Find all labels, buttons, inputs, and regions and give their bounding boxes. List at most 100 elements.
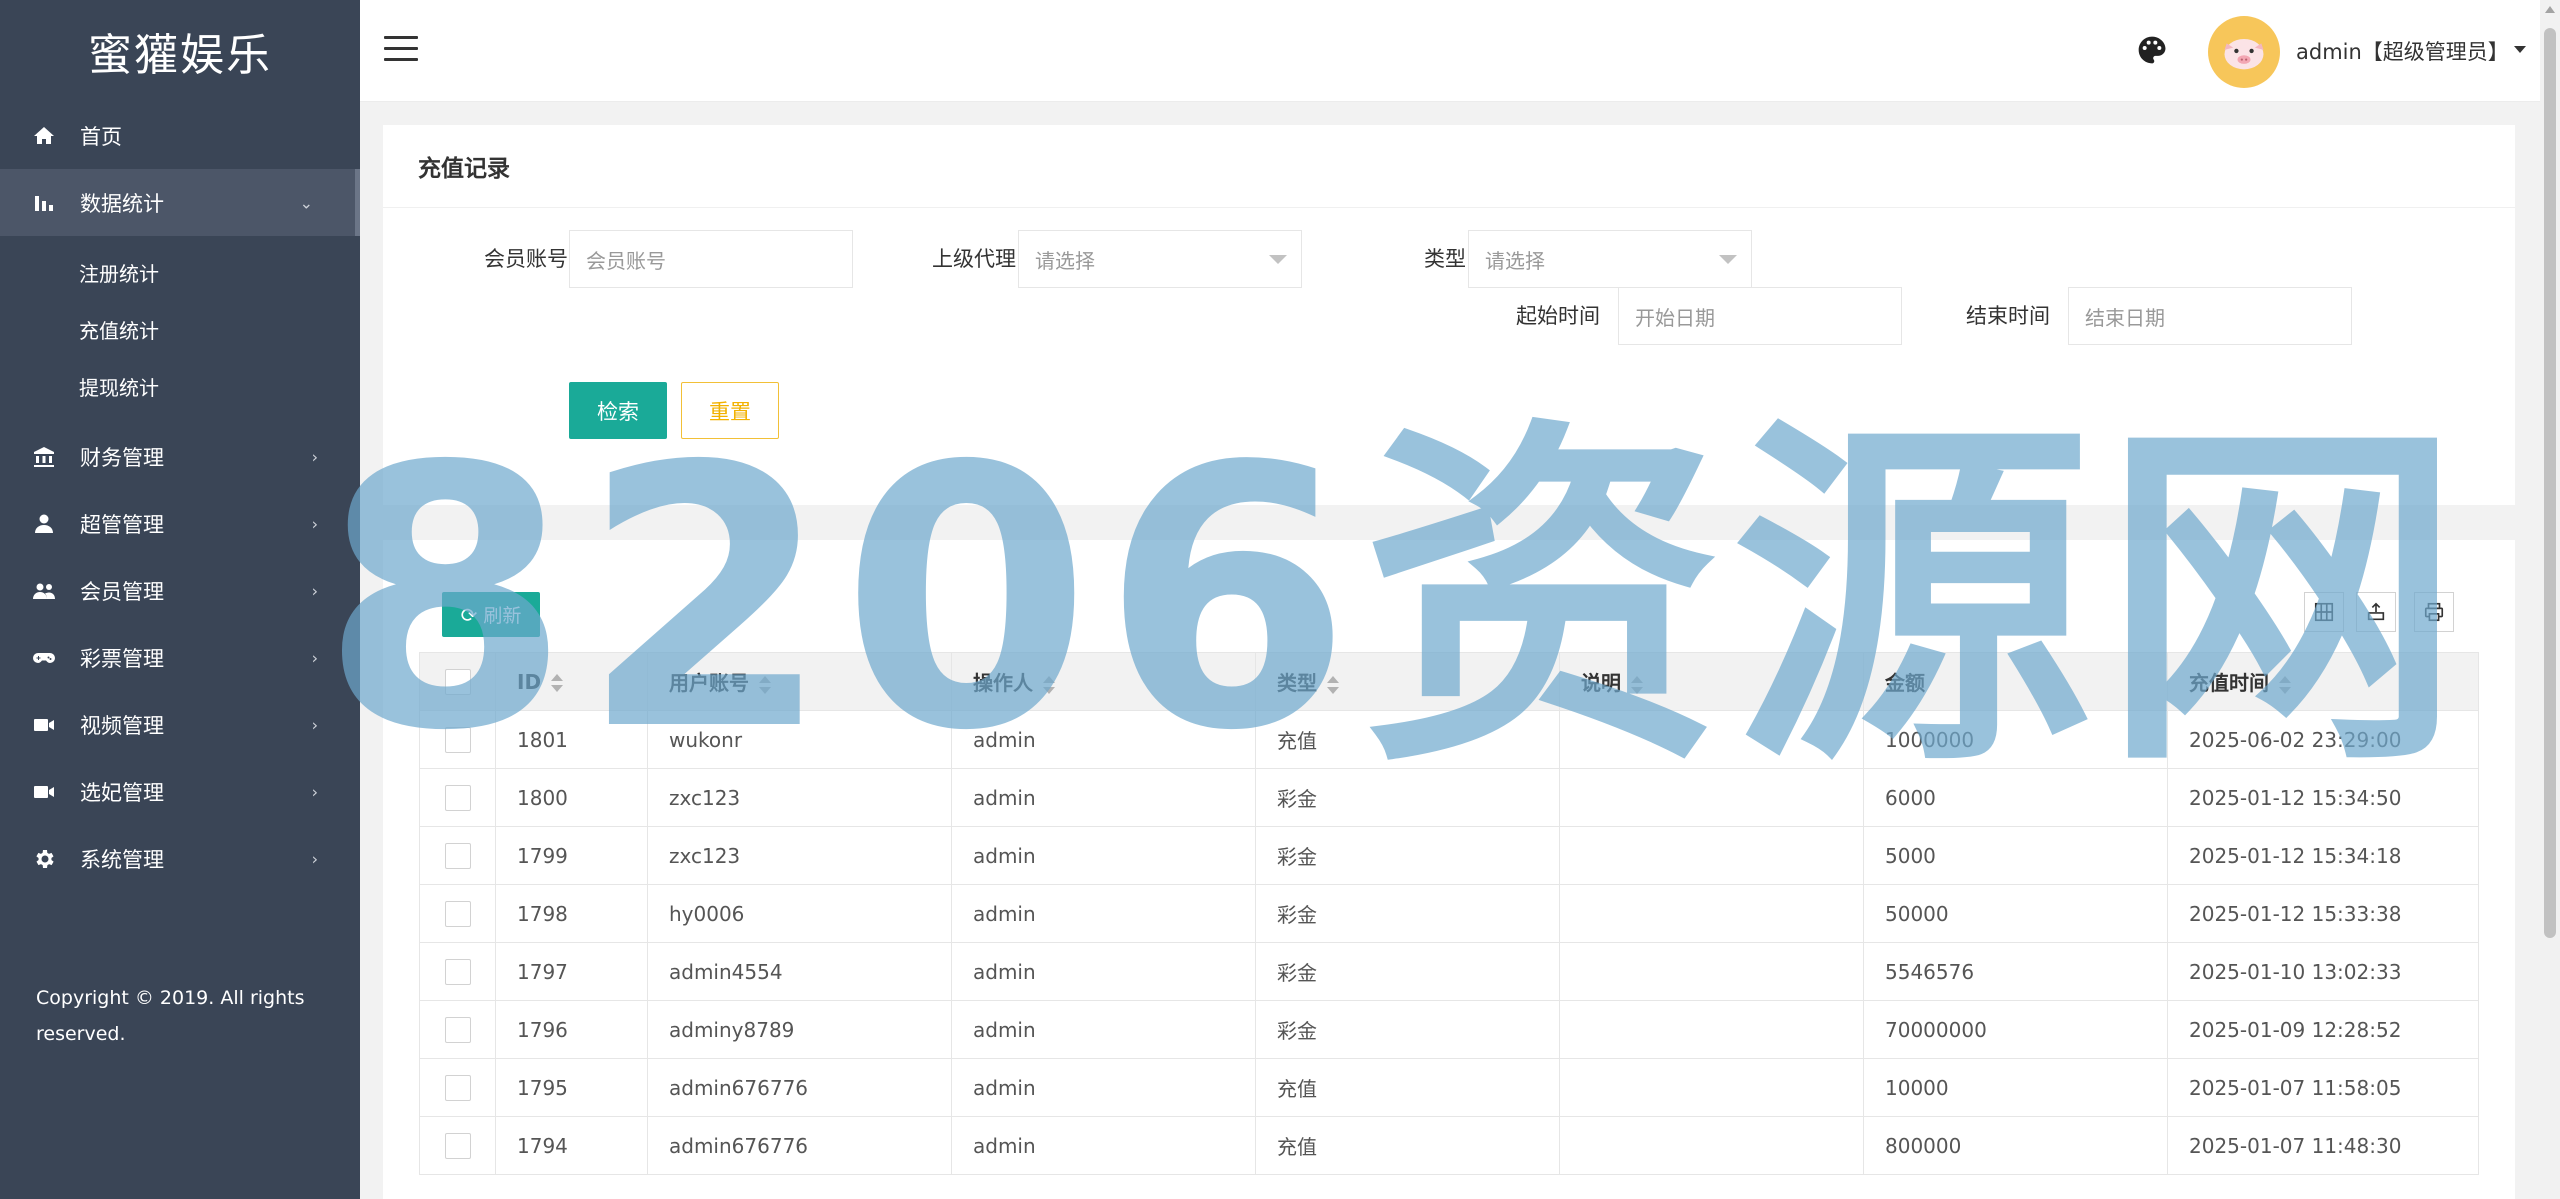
- columns-icon: [2314, 602, 2334, 622]
- row-checkbox[interactable]: [444, 1132, 471, 1159]
- agent-select[interactable]: 请选择: [1018, 230, 1302, 288]
- cell-operator: admin: [951, 710, 1256, 769]
- cell-type: 彩金: [1255, 884, 1560, 943]
- table-row[interactable]: 1800 zxc123 admin 彩金 6000 2025-01-12 15:34:50: [419, 768, 2479, 827]
- bar-chart-icon: [30, 189, 58, 217]
- sort-icon[interactable]: [2279, 675, 2291, 694]
- row-select-cell[interactable]: [419, 1116, 496, 1175]
- sidebar-subitem-withdraw-stats[interactable]: 提现统计: [0, 358, 360, 415]
- sidebar-item-admin[interactable]: 超管管理 ›: [0, 490, 360, 557]
- sort-icon[interactable]: [1631, 675, 1643, 694]
- chevron-right-icon: ›: [311, 648, 318, 667]
- member-input[interactable]: 会员账号: [569, 230, 853, 288]
- sidebar-item-system[interactable]: 系统管理 ›: [0, 825, 360, 892]
- row-checkbox[interactable]: [444, 784, 471, 811]
- row-select-cell[interactable]: [419, 942, 496, 1001]
- palette-icon[interactable]: [2136, 34, 2168, 66]
- chevron-right-icon: ›: [311, 715, 318, 734]
- row-checkbox[interactable]: [444, 958, 471, 985]
- col-desc[interactable]: 说明: [1559, 652, 1864, 711]
- type-label: 类型: [1424, 247, 1466, 271]
- top-header: admin【超级管理员】: [360, 0, 2560, 102]
- sidebar-item-home[interactable]: 首页: [0, 102, 360, 169]
- cell-time: 2025-01-07 11:58:05: [2167, 1058, 2479, 1117]
- sidebar-item-videos[interactable]: 视频管理 ›: [0, 691, 360, 758]
- search-button[interactable]: 检索: [569, 382, 667, 439]
- row-select-cell[interactable]: [419, 710, 496, 769]
- scroll-thumb[interactable]: [2544, 28, 2556, 938]
- sort-icon[interactable]: [759, 675, 771, 694]
- print-button[interactable]: [2414, 592, 2454, 632]
- start-date-input[interactable]: 开始日期: [1618, 287, 1902, 345]
- row-checkbox[interactable]: [444, 900, 471, 927]
- table-row[interactable]: 1797 admin4554 admin 彩金 5546576 2025-01-10 13…: [419, 942, 2479, 1001]
- col-time[interactable]: 充值时间: [2167, 652, 2479, 711]
- cell-time: 2025-01-12 15:33:38: [2167, 884, 2479, 943]
- export-button[interactable]: [2356, 592, 2396, 632]
- row-select-cell[interactable]: [419, 1000, 496, 1059]
- user-icon: [30, 510, 58, 538]
- sort-icon[interactable]: [1043, 675, 1055, 694]
- scroll-up-arrow-icon[interactable]: [2545, 6, 2555, 13]
- agent-label: 上级代理: [932, 247, 1016, 271]
- sidebar-item-data-stats[interactable]: 数据统计 ⌄: [0, 169, 360, 236]
- avatar[interactable]: [2208, 16, 2280, 88]
- sidebar-subitem-recharge-stats[interactable]: 充值统计: [0, 301, 360, 358]
- reset-button[interactable]: 重置: [681, 382, 779, 439]
- cell-amount: 6000: [1863, 768, 2168, 827]
- cell-desc: [1559, 1058, 1864, 1117]
- sidebar-item-members[interactable]: 会员管理 ›: [0, 557, 360, 624]
- sidebar-item-selection[interactable]: 选妃管理 ›: [0, 758, 360, 825]
- sidebar-item-label: 数据统计: [80, 191, 164, 216]
- app-logo[interactable]: 蜜獾娱乐: [0, 0, 360, 102]
- row-select-cell[interactable]: [419, 768, 496, 827]
- row-checkbox[interactable]: [444, 1016, 471, 1043]
- row-select-cell[interactable]: [419, 884, 496, 943]
- row-select-cell[interactable]: [419, 1058, 496, 1117]
- user-menu[interactable]: admin【超级管理员】: [2296, 36, 2509, 66]
- sidebar-item-label: 选妃管理: [80, 780, 164, 805]
- cell-id: 1798: [495, 884, 648, 943]
- page-scrollbar[interactable]: [2540, 0, 2560, 1199]
- bank-icon: [30, 443, 58, 471]
- sidebar-item-finance[interactable]: 财务管理 ›: [0, 423, 360, 490]
- row-checkbox[interactable]: [444, 842, 471, 869]
- sort-icon[interactable]: [551, 674, 564, 692]
- chevron-right-icon: ›: [311, 782, 318, 801]
- cell-type: 彩金: [1255, 1000, 1560, 1059]
- cell-operator: admin: [951, 768, 1256, 827]
- sidebar-item-lottery[interactable]: 彩票管理 ›: [0, 624, 360, 691]
- menu-toggle-icon[interactable]: [384, 36, 418, 66]
- cell-desc: [1559, 826, 1864, 885]
- col-id[interactable]: ID: [495, 652, 648, 711]
- row-checkbox[interactable]: [444, 1074, 471, 1101]
- type-select[interactable]: 请选择: [1468, 230, 1752, 288]
- table-row[interactable]: 1795 admin676776 admin 充值 10000 2025-01-07 11…: [419, 1058, 2479, 1117]
- table-row[interactable]: 1796 adminy8789 admin 彩金 70000000 2025-01-09 …: [419, 1000, 2479, 1059]
- cell-amount: 800000: [1863, 1116, 2168, 1175]
- table-row[interactable]: 1798 hy0006 admin 彩金 50000 2025-01-12 15:33:3…: [419, 884, 2479, 943]
- row-select-cell[interactable]: [419, 826, 496, 885]
- cell-operator: admin: [951, 884, 1256, 943]
- refresh-button[interactable]: ⟳ 刷新: [442, 592, 540, 637]
- columns-filter-button[interactable]: [2304, 592, 2344, 632]
- select-all-checkbox[interactable]: [444, 668, 471, 695]
- row-checkbox[interactable]: [444, 726, 471, 753]
- cell-id: 1801: [495, 710, 648, 769]
- cell-id: 1794: [495, 1116, 648, 1175]
- col-type[interactable]: 类型: [1255, 652, 1560, 711]
- select-all-cell[interactable]: [419, 652, 496, 711]
- sidebar-subitem-register-stats[interactable]: 注册统计: [0, 244, 360, 301]
- end-date-input[interactable]: 结束日期: [2068, 287, 2352, 345]
- table-row[interactable]: 1794 admin676776 admin 充值 800000 2025-01-07 1…: [419, 1116, 2479, 1175]
- col-operator[interactable]: 操作人: [951, 652, 1256, 711]
- recharge-table: ID 用户账号 操作人 类型 说明 金额 充值时间 1801 wukonr admi…: [419, 652, 2479, 1175]
- caret-down-icon[interactable]: [2514, 46, 2526, 53]
- table-row[interactable]: 1801 wukonr admin 充值 1000000 2025-06-02 23:29…: [419, 710, 2479, 769]
- sort-icon[interactable]: [1327, 675, 1339, 694]
- table-row[interactable]: 1799 zxc123 admin 彩金 5000 2025-01-12 15:34:18: [419, 826, 2479, 885]
- table-body: 1801 wukonr admin 充值 1000000 2025-06-02 23:29…: [419, 710, 2479, 1175]
- chevron-right-icon: ›: [311, 581, 318, 600]
- cell-time: 2025-01-10 13:02:33: [2167, 942, 2479, 1001]
- col-user[interactable]: 用户账号: [647, 652, 952, 711]
